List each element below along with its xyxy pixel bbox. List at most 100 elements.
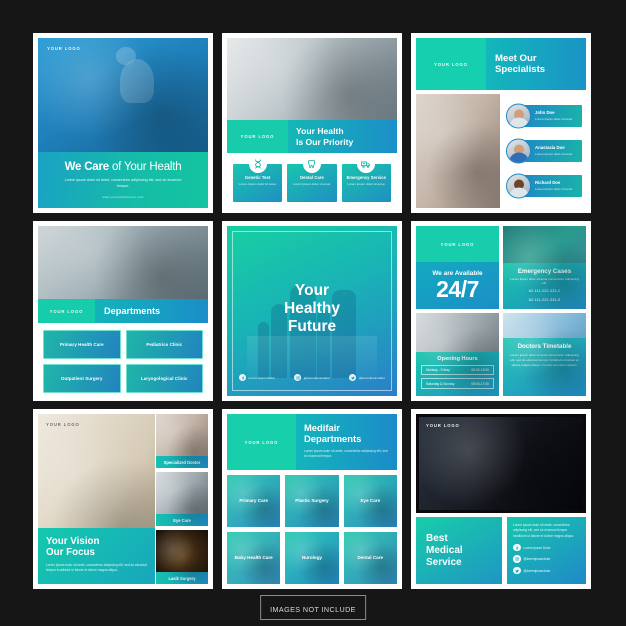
service-label: Emergency Service	[346, 175, 387, 180]
headline-band: YOUR LOGO Your Health Is Our Priority	[227, 120, 397, 153]
vision-card-label: Lasik Surgery	[168, 575, 196, 581]
panel-title-line2: Is Our Priority	[296, 136, 354, 147]
panel-logo: YOUR LOGO	[440, 241, 475, 247]
service-body: Lorem ipsum dolor sit amet.	[292, 182, 332, 186]
panel-best-medical-service[interactable]: YOUR LOGO Best Medical Service Lorem ips…	[411, 409, 591, 589]
vision-main: YOUR LOGO Your Vision Our Focus Lorem ip…	[38, 414, 155, 584]
department-tile[interactable]: Baby Health Care	[227, 532, 281, 584]
avatar	[506, 103, 531, 129]
panel-available-247[interactable]: YOUR LOGO We are Available 24/7 Emergenc…	[411, 221, 591, 401]
avatar	[506, 173, 531, 199]
emergency-phone-1[interactable]: 62-111-222-333-2	[508, 289, 581, 294]
service-card[interactable]: Dental Care Lorem ipsum dolor sit amet.	[287, 155, 337, 202]
vision-card-label-bar: Specialized Doctor	[156, 456, 208, 468]
opening-hours-days: Saturday & Sunday	[426, 381, 455, 386]
service-footer: Best Medical Service Lorem ipsum dolor s…	[416, 517, 586, 584]
department-tile[interactable]: Dental Care	[343, 532, 397, 584]
department-tile[interactable]: Nurology	[285, 532, 339, 584]
emergency-phone-2[interactable]: 62-111-222-333-5	[508, 298, 581, 303]
doctor-card[interactable]: John Doe Lorem ipsum dolor sit amet	[506, 102, 582, 129]
social-item[interactable]: Lorem Ipsum Dolor	[239, 374, 275, 381]
service-label: Genetic Test	[244, 175, 271, 180]
doctor-card[interactable]: Richard Doe Lorem ipsum dolor sit amet	[506, 173, 582, 200]
panel-grid: YOUR LOGO We Care of Your Health Lorem i…	[33, 33, 593, 589]
department-item[interactable]: Outpatient Surgery	[43, 364, 121, 393]
panel-logo: YOUR LOGO	[240, 134, 275, 139]
social-item[interactable]: @loremipsumdolor	[349, 374, 385, 381]
department-tile-grid: Primary Care Plastic Surgery Eye Care Ba…	[227, 475, 397, 584]
dna-icon	[248, 155, 267, 173]
doctor-body: Lorem ipsum dolor sit amet	[535, 187, 573, 192]
panel-title-line2: Departments	[304, 432, 362, 444]
headline-band: YOUR LOGO Meet Our Specialists	[416, 38, 586, 90]
social-item[interactable]: @loremipsumdolor	[513, 566, 580, 575]
panel-logo: YOUR LOGO	[49, 308, 84, 314]
availability-block: We are Available 24/7	[416, 262, 499, 309]
facebook-icon	[513, 543, 521, 552]
panel-meet-our-specialists[interactable]: YOUR LOGO Meet Our Specialists John Doe	[411, 33, 591, 213]
panel-title-line3: Service	[426, 556, 462, 568]
social-item[interactable]: @loremipsumdolor	[294, 374, 330, 381]
department-tile[interactable]: Plastic Surgery	[285, 475, 339, 527]
panel-your-health-priority[interactable]: YOUR LOGO Your Health Is Our Priority Ge…	[222, 33, 402, 213]
vision-card[interactable]: Lasik Surgery	[156, 530, 208, 584]
panel-your-healthy-future[interactable]: Your Healthy Future Lorem Ipsum Dolor @l…	[222, 221, 402, 401]
department-tile[interactable]: Eye Care	[343, 475, 397, 527]
panel-logo: YOUR LOGO	[434, 61, 468, 67]
headline-block: Meet Our Specialists	[486, 38, 586, 90]
headline-band: Your Vision Our Focus Lorem ipsum dolor …	[38, 528, 155, 584]
department-item[interactable]: Primary Health Care	[43, 330, 121, 359]
service-card[interactable]: Genetic Test Lorem ipsum dolor sit amet.	[233, 155, 283, 202]
quadrant-doctors-timetable: Doctors Timetable Lorem ipsum dolor sit …	[503, 313, 586, 396]
headline-band: YOUR LOGO Medifair Departments Lorem ips…	[227, 414, 397, 470]
panel-body: Lorem ipsum dolor sit amet, consectetur …	[513, 523, 574, 538]
panel-title: Your Health Is Our Priority	[296, 126, 353, 146]
panel-we-care[interactable]: YOUR LOGO We Care of Your Health Lorem i…	[33, 33, 213, 213]
department-item[interactable]: Pediatrics Clinic	[125, 330, 203, 359]
opening-hours-time: 09:00-17:00	[471, 381, 489, 386]
panel-medifair-departments[interactable]: YOUR LOGO Medifair Departments Lorem ips…	[222, 409, 402, 589]
panel-title-line1: Your Vision	[46, 536, 100, 547]
vision-card-label: Eye Care	[173, 517, 191, 523]
emergency-caption: Emergency Cases Lorem ipsum dolor sit am…	[503, 262, 586, 309]
panel-departments[interactable]: YOUR LOGO Departments Primary Health Car…	[33, 221, 213, 401]
quadrant-opening-hours: Opening Hours Monday - Friday 08:00-19:0…	[416, 313, 499, 396]
panel-logo: YOUR LOGO	[244, 439, 279, 445]
panel-your-vision[interactable]: YOUR LOGO Your Vision Our Focus Lorem ip…	[33, 409, 213, 589]
doctor-name: John Doe	[535, 109, 555, 115]
doctor-card[interactable]: Anastasia Doe Lorem ipsum dolor sit amet	[506, 137, 582, 164]
vision-card-label-bar: Lasik Surgery	[156, 572, 208, 584]
department-tile-label: Dental Care	[357, 555, 384, 561]
emergency-body: Lorem ipsum dolor sit amet consectetur a…	[510, 276, 579, 286]
photo-ear-exam	[416, 94, 500, 208]
twitter-icon	[513, 566, 521, 575]
social-list: Lorem Ipsum Dolor @loremipsumdolor @lore…	[513, 543, 580, 575]
department-tile[interactable]: Primary Care	[227, 475, 281, 527]
social-item[interactable]: Lorem Ipsum Dolor	[513, 543, 580, 552]
instagram-icon	[294, 374, 302, 381]
department-item[interactable]: Laryngological Clinic	[125, 364, 203, 393]
availability-value: 24/7	[436, 276, 479, 302]
sheet-caption: IMAGES NOT INCLUDE	[260, 595, 366, 620]
template-sheet: YOUR LOGO We Care of Your Health Lorem i…	[0, 0, 626, 626]
panel-url[interactable]: www.yourwebsitehere.com	[102, 195, 143, 199]
social-item[interactable]: @loremipsumdolor	[513, 555, 580, 563]
logo-block: YOUR LOGO	[38, 299, 95, 323]
panel-title-rest: of Your Health	[108, 161, 182, 174]
department-tile-label: Plastic Surgery	[295, 498, 329, 504]
vision-card-label: Specialized Doctor	[163, 459, 201, 465]
service-card[interactable]: Emergency Service Lorem ipsum dolor sit …	[341, 155, 391, 202]
opening-hours-row: Monday - Friday 08:00-19:00	[421, 365, 494, 376]
sheet-caption-label: IMAGES NOT INCLUDE	[270, 604, 356, 614]
tooth-icon	[302, 155, 321, 173]
department-tile-label: Primary Care	[239, 498, 268, 504]
panel-body: Lorem ipsum dolor sit amet, consectetur …	[46, 562, 147, 572]
vision-card-label-bar: Eye Care	[156, 514, 208, 526]
panel-title: Departments	[104, 305, 161, 316]
headline-block: Your Health Is Our Priority	[288, 120, 397, 153]
panel-logo: YOUR LOGO	[46, 422, 80, 427]
vision-card[interactable]: Specialized Doctor	[156, 414, 208, 468]
vision-card[interactable]: Eye Care	[156, 472, 208, 526]
panel-title: Your Vision Our Focus	[46, 536, 147, 559]
opening-hours-block: Opening Hours Monday - Friday 08:00-19:0…	[416, 352, 499, 396]
